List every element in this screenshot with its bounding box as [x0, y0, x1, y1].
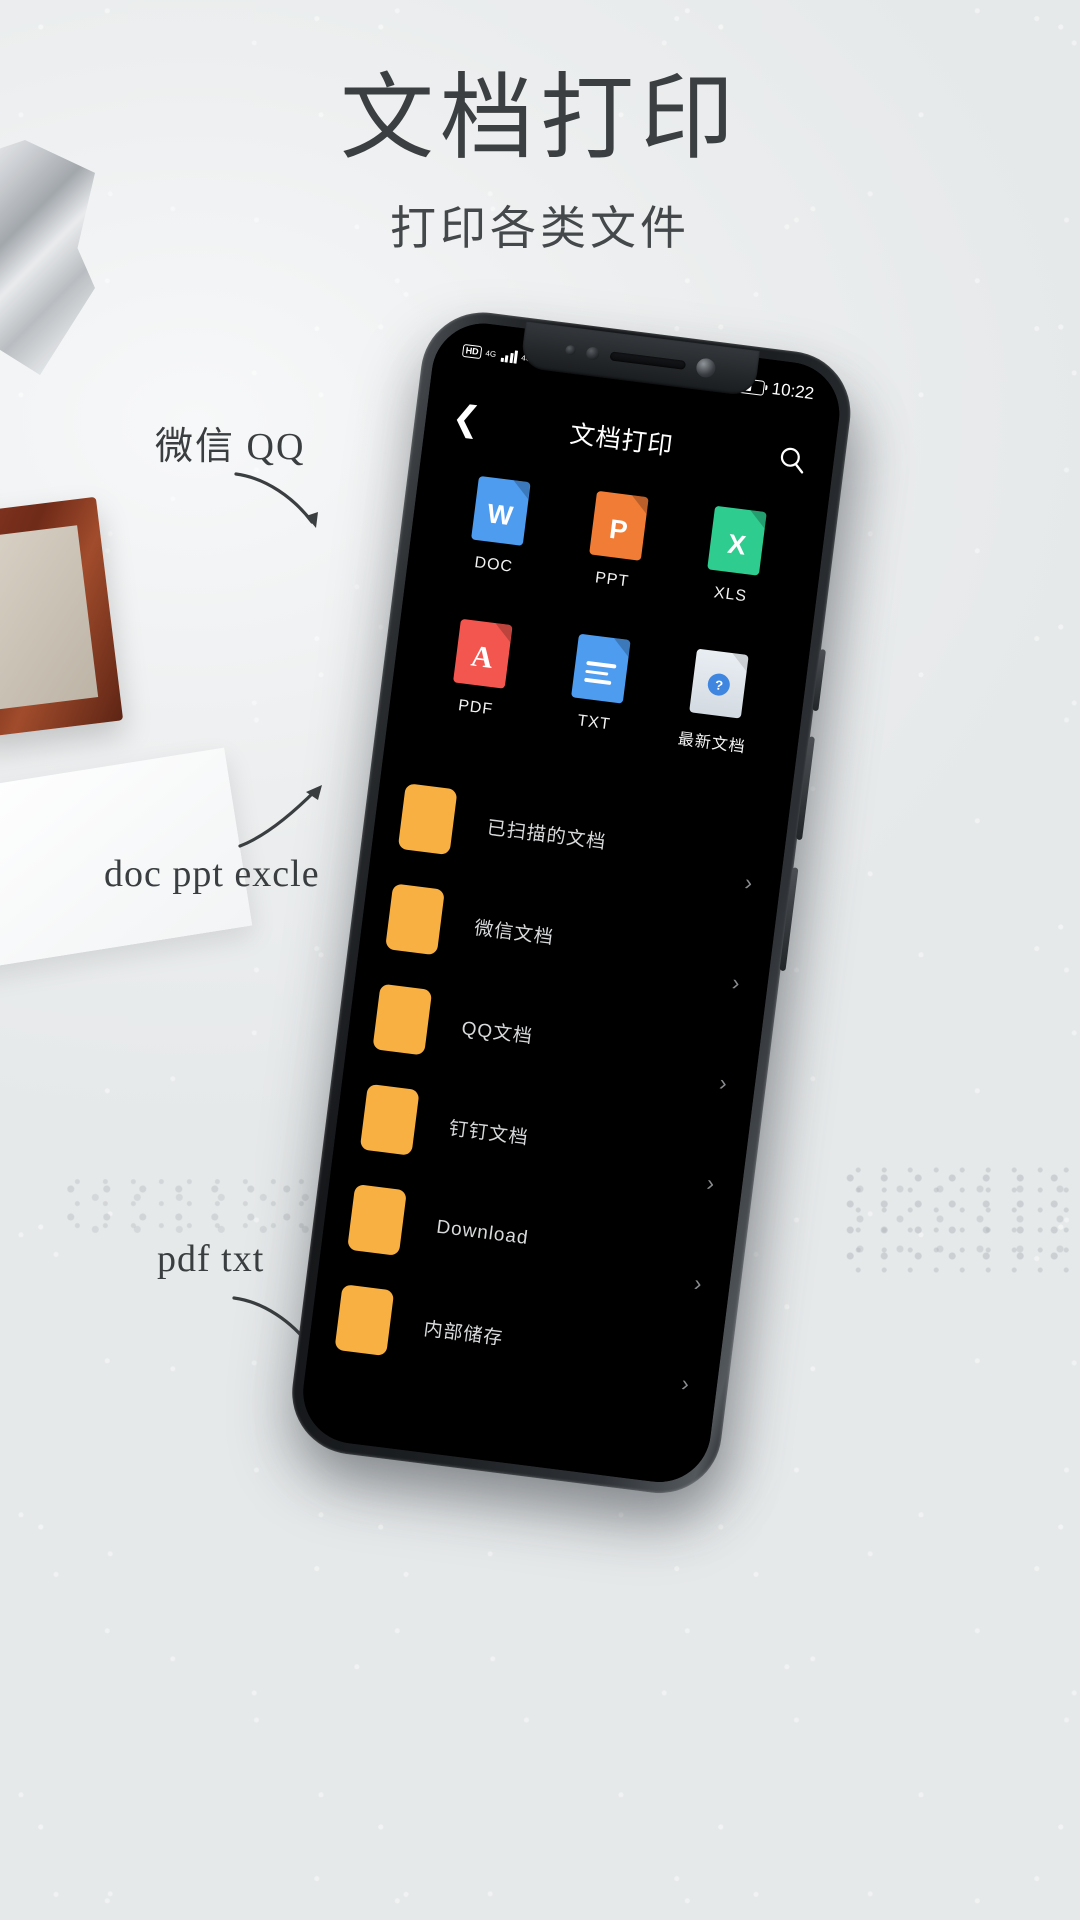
phone-mockup: HD 4G 4G [279, 305, 896, 1554]
folder-icon [334, 1283, 395, 1356]
file-type-label: XLS [712, 584, 749, 606]
phone-body: HD 4G 4G [284, 305, 858, 1501]
file-type-grid: W DOC P PPT X XLS A PDF TXT? 最新文档 [389, 468, 827, 763]
file-type-item[interactable]: P PPT [552, 487, 682, 597]
最新文档-file-icon: ? [689, 648, 750, 719]
text-lines-icon [584, 660, 617, 685]
hd-icon: HD [461, 343, 483, 359]
ppt-file-icon: P [589, 490, 649, 561]
proximity-sensor-icon [564, 344, 576, 356]
xls-file-icon: X [707, 505, 768, 576]
grit-texture-right [840, 1165, 1070, 1275]
file-type-item[interactable]: ? 最新文档 [651, 644, 782, 760]
chevron-right-icon: › [705, 1170, 716, 1196]
chevron-right-icon: › [743, 869, 754, 896]
file-icon-glyph: W [485, 497, 515, 531]
folder-name-label: Download [435, 1216, 530, 1249]
folder-icon [359, 1083, 420, 1156]
poster-background: 文档打印 打印各类文件 微信 QQ doc ppt excle pdf txt [0, 0, 1080, 1920]
chevron-right-icon: › [730, 969, 742, 996]
wooden-frame-prop-image [0, 496, 124, 739]
chevron-right-icon: › [680, 1370, 691, 1397]
pdf-file-icon: A [452, 618, 513, 689]
folder-name-label: 钉钉文档 [447, 1118, 530, 1150]
file-type-item[interactable]: TXT [533, 629, 664, 745]
folder-name-label: QQ文档 [460, 1018, 534, 1048]
app-screen: HD 4G 4G [297, 317, 846, 1489]
page-subtitle: 打印各类文件 [390, 203, 690, 254]
file-type-label: TXT [576, 712, 612, 734]
chevron-right-icon: › [692, 1270, 704, 1297]
file-type-item[interactable]: W DOC [433, 472, 563, 582]
folder-icon [347, 1183, 407, 1256]
folder-list: 已扫描的文档 › 微信文档 › QQ文档 › 钉钉文档 › Download › 内部储存 › [306, 762, 789, 1415]
folder-name-label: 已扫描的文档 [485, 817, 608, 854]
navbar-title: 文档打印 [568, 420, 675, 461]
file-icon-glyph: P [607, 513, 630, 546]
chevron-right-icon: › [718, 1069, 729, 1096]
front-camera-icon [694, 356, 717, 379]
annotation-pdf-txt: pdf txt [157, 1238, 265, 1280]
file-type-label: PDF [457, 697, 495, 719]
pdf-acrobat-glyph: A [469, 639, 495, 675]
search-button[interactable] [762, 442, 809, 477]
folder-icon [397, 782, 458, 855]
search-icon [780, 447, 804, 474]
file-type-label: DOC [473, 554, 514, 576]
annotation-doc-ppt-excel: doc ppt excle [104, 853, 320, 895]
phone-screen-area: HD 4G 4G [297, 317, 846, 1489]
file-type-item[interactable]: X XLS [670, 502, 800, 612]
page-title: 文档打印 [339, 67, 740, 171]
curved-arrow-icon [234, 472, 318, 528]
file-type-label: 最新文档 [676, 730, 747, 757]
curved-arrow-icon [238, 785, 322, 848]
poster-headline-block: 文档打印 打印各类文件 [0, 72, 1080, 258]
folder-name-label: 微信文档 [473, 917, 556, 949]
clock-label: 10:22 [770, 378, 816, 404]
annotation-wechat-qq: 微信 QQ [155, 426, 306, 468]
file-icon-glyph: X [726, 528, 748, 561]
folder-icon [385, 882, 445, 955]
light-sensor-icon [585, 345, 600, 361]
file-type-item[interactable]: A PDF [414, 614, 545, 730]
folder-icon [372, 983, 433, 1056]
doc-file-icon: W [470, 475, 531, 546]
signal-bars-1-icon [500, 348, 519, 364]
folder-name-label: 内部储存 [422, 1318, 505, 1350]
earpiece-speaker [609, 350, 686, 370]
grit-texture-left [60, 1175, 310, 1235]
txt-file-icon [571, 633, 631, 704]
network-type-1-label: 4G [484, 348, 497, 359]
file-type-label: PPT [594, 569, 631, 591]
